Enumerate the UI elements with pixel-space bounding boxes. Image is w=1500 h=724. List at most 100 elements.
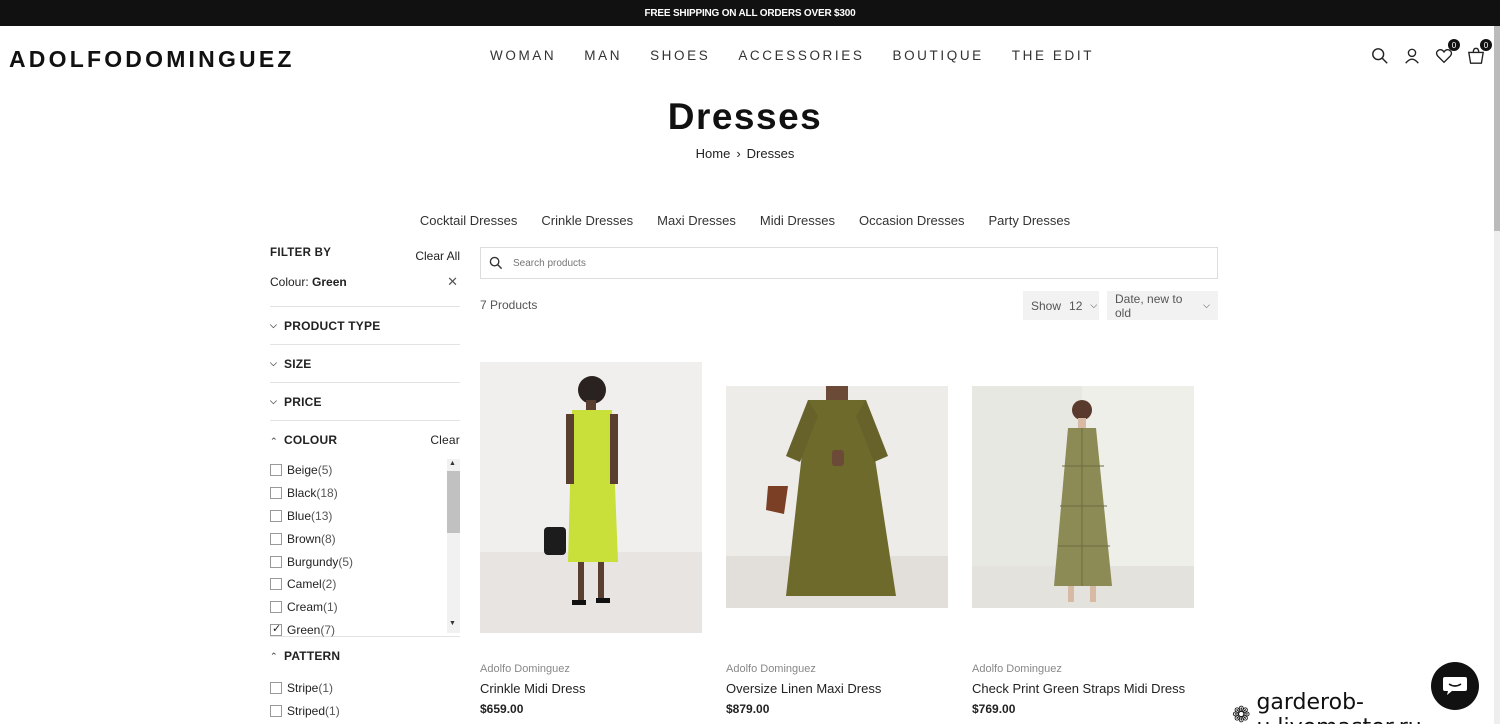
option-count: (1) xyxy=(325,704,340,719)
subcat-party[interactable]: Party Dresses xyxy=(989,213,1071,228)
clear-all-button[interactable]: Clear All xyxy=(415,249,460,263)
brand-logo[interactable]: ADOLFODOMINGUEZ xyxy=(9,46,295,73)
filter-product-type-label: PRODUCT TYPE xyxy=(284,318,381,333)
checkbox[interactable] xyxy=(270,487,282,500)
subcat-crinkle[interactable]: Crinkle Dresses xyxy=(541,213,633,228)
colour-list-scrollbar[interactable]: ▲ ▼ xyxy=(447,459,460,633)
checkbox[interactable] xyxy=(270,705,282,718)
checkbox[interactable] xyxy=(270,509,282,522)
product-name[interactable]: Check Print Green Straps Midi Dress xyxy=(972,681,1185,696)
filter-price[interactable]: ⌵ PRICE xyxy=(270,383,460,421)
chevron-right-icon: › xyxy=(736,146,741,161)
search-icon[interactable] xyxy=(1370,46,1390,66)
colour-option[interactable]: Camel (2) xyxy=(270,573,460,596)
option-count: (7) xyxy=(320,622,336,637)
product-count: 7 Products xyxy=(480,298,538,312)
checkbox[interactable] xyxy=(270,464,282,477)
account-icon[interactable] xyxy=(1402,46,1422,66)
pattern-option[interactable]: Striped (1) xyxy=(270,700,460,723)
chevron-up-icon: ⌃ xyxy=(270,436,278,446)
filter-by-label: FILTER BY xyxy=(270,247,332,259)
product-brand: Adolfo Dominguez xyxy=(726,663,816,675)
scroll-down-icon[interactable]: ▼ xyxy=(449,620,456,627)
colour-option[interactable]: Blue (13) xyxy=(270,505,460,528)
watermark-text: garderob-u.livemaster.ru xyxy=(1256,690,1421,724)
page-scrollbar[interactable] xyxy=(1494,26,1500,724)
subcat-cocktail[interactable]: Cocktail Dresses xyxy=(420,213,518,228)
product-image[interactable] xyxy=(726,386,948,608)
filter-pattern[interactable]: ⌃ PATTERN xyxy=(270,637,460,675)
colour-option[interactable]: Brown (8) xyxy=(270,527,460,550)
filter-product-type[interactable]: ⌵ PRODUCT TYPE xyxy=(270,307,460,345)
nav-man[interactable]: MAN xyxy=(584,48,622,63)
option-count: (1) xyxy=(318,681,334,696)
show-value: 12 xyxy=(1069,298,1083,313)
checkbox[interactable] xyxy=(270,601,282,614)
active-filter-label: Colour: xyxy=(270,275,309,289)
pattern-options: Stripe (1) Striped (1) xyxy=(270,677,460,723)
subcat-occasion[interactable]: Occasion Dresses xyxy=(859,213,964,228)
option-label: Striped xyxy=(287,704,326,719)
chevron-up-icon: ⌃ xyxy=(270,650,278,661)
colour-option[interactable]: Beige (5) xyxy=(270,459,460,482)
option-count: (18) xyxy=(316,486,338,501)
product-name[interactable]: Oversize Linen Maxi Dress xyxy=(726,681,881,696)
breadcrumb: Home › Dresses xyxy=(0,146,1490,161)
show-label: Show xyxy=(1031,298,1062,313)
option-count: (1) xyxy=(323,600,338,615)
breadcrumb-home[interactable]: Home xyxy=(696,146,731,161)
filter-sidebar: FILTER BY Clear All Colour: Green ✕ ⌵ PRO… xyxy=(270,244,460,723)
show-per-page-select[interactable]: Show 12 ⌵ xyxy=(1023,291,1099,320)
product-image[interactable] xyxy=(972,386,1194,608)
checkbox[interactable] xyxy=(270,578,282,591)
product-price: $879.00 xyxy=(726,702,770,716)
wishlist-icon[interactable]: 0 xyxy=(1434,39,1460,66)
remove-filter-icon[interactable]: ✕ xyxy=(447,274,458,290)
subcat-midi[interactable]: Midi Dresses xyxy=(760,213,835,228)
cart-icon[interactable]: 0 xyxy=(1466,39,1492,66)
product-name[interactable]: Crinkle Midi Dress xyxy=(480,681,585,696)
scroll-up-icon[interactable]: ▲ xyxy=(449,460,456,467)
subcat-maxi[interactable]: Maxi Dresses xyxy=(657,213,736,228)
colour-option[interactable]: Green(7) xyxy=(270,619,460,642)
nav-the-edit[interactable]: THE EDIT xyxy=(1012,48,1094,63)
filter-colour[interactable]: ⌃ COLOUR Clear xyxy=(270,421,460,459)
chevron-down-icon: ⌵ xyxy=(1090,300,1098,310)
active-filter: Colour: Green ✕ xyxy=(270,274,460,307)
breadcrumb-current: Dresses xyxy=(746,146,795,161)
subcategory-links: Cocktail Dresses Crinkle Dresses Maxi Dr… xyxy=(0,213,1490,228)
nav-boutique[interactable]: BOUTIQUE xyxy=(892,48,983,63)
sort-select[interactable]: Date, new to old ⌵ xyxy=(1107,291,1218,320)
checkbox[interactable] xyxy=(270,532,282,545)
scrollbar-thumb[interactable] xyxy=(447,471,460,533)
chevron-down-icon: ⌵ xyxy=(270,320,278,330)
colour-option[interactable]: Burgundy (5) xyxy=(270,550,460,573)
product-image[interactable] xyxy=(480,362,702,633)
chevron-down-icon: ⌵ xyxy=(1203,300,1210,310)
pattern-option[interactable]: Stripe (1) xyxy=(270,677,460,700)
colour-option[interactable]: Black (18) xyxy=(270,482,460,505)
option-label: Burgundy xyxy=(287,554,339,569)
option-count: (5) xyxy=(338,554,354,569)
active-filter-value: Green xyxy=(312,275,347,289)
search-input[interactable] xyxy=(513,257,1113,269)
option-count: (13) xyxy=(311,508,333,523)
search-icon xyxy=(489,256,503,270)
colour-clear-button[interactable]: Clear xyxy=(430,433,460,447)
product-price: $769.00 xyxy=(972,702,1016,716)
filter-price-label: PRICE xyxy=(284,394,322,409)
checkbox[interactable] xyxy=(270,555,282,568)
option-label: Green xyxy=(287,622,321,637)
watermark: ❁ garderob-u.livemaster.ru xyxy=(1232,690,1500,724)
page-scrollbar-thumb[interactable] xyxy=(1494,26,1500,231)
nav-accessories[interactable]: ACCESSORIES xyxy=(738,48,864,63)
colour-option[interactable]: Cream (1) xyxy=(270,596,460,619)
page-title: Dresses xyxy=(667,96,823,137)
nav-woman[interactable]: WOMAN xyxy=(490,48,556,63)
nav-shoes[interactable]: SHOES xyxy=(650,48,710,63)
checkbox[interactable] xyxy=(270,682,282,695)
option-count: (5) xyxy=(317,463,333,478)
filter-size[interactable]: ⌵ SIZE xyxy=(270,345,460,383)
checkbox-checked[interactable] xyxy=(270,622,282,636)
option-label: Beige xyxy=(287,463,318,478)
